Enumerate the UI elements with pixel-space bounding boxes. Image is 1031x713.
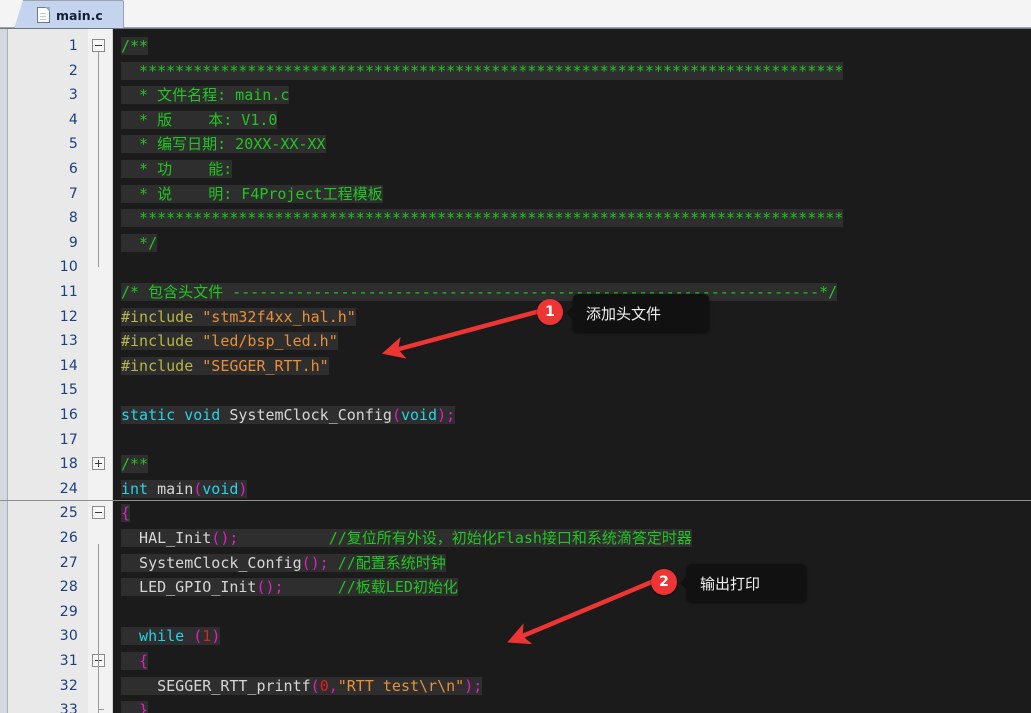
annotation-badge-2: 2 [651, 569, 677, 595]
annotation-arrow [507, 578, 655, 645]
annotation-label-2: 输出打印 [680, 564, 806, 602]
